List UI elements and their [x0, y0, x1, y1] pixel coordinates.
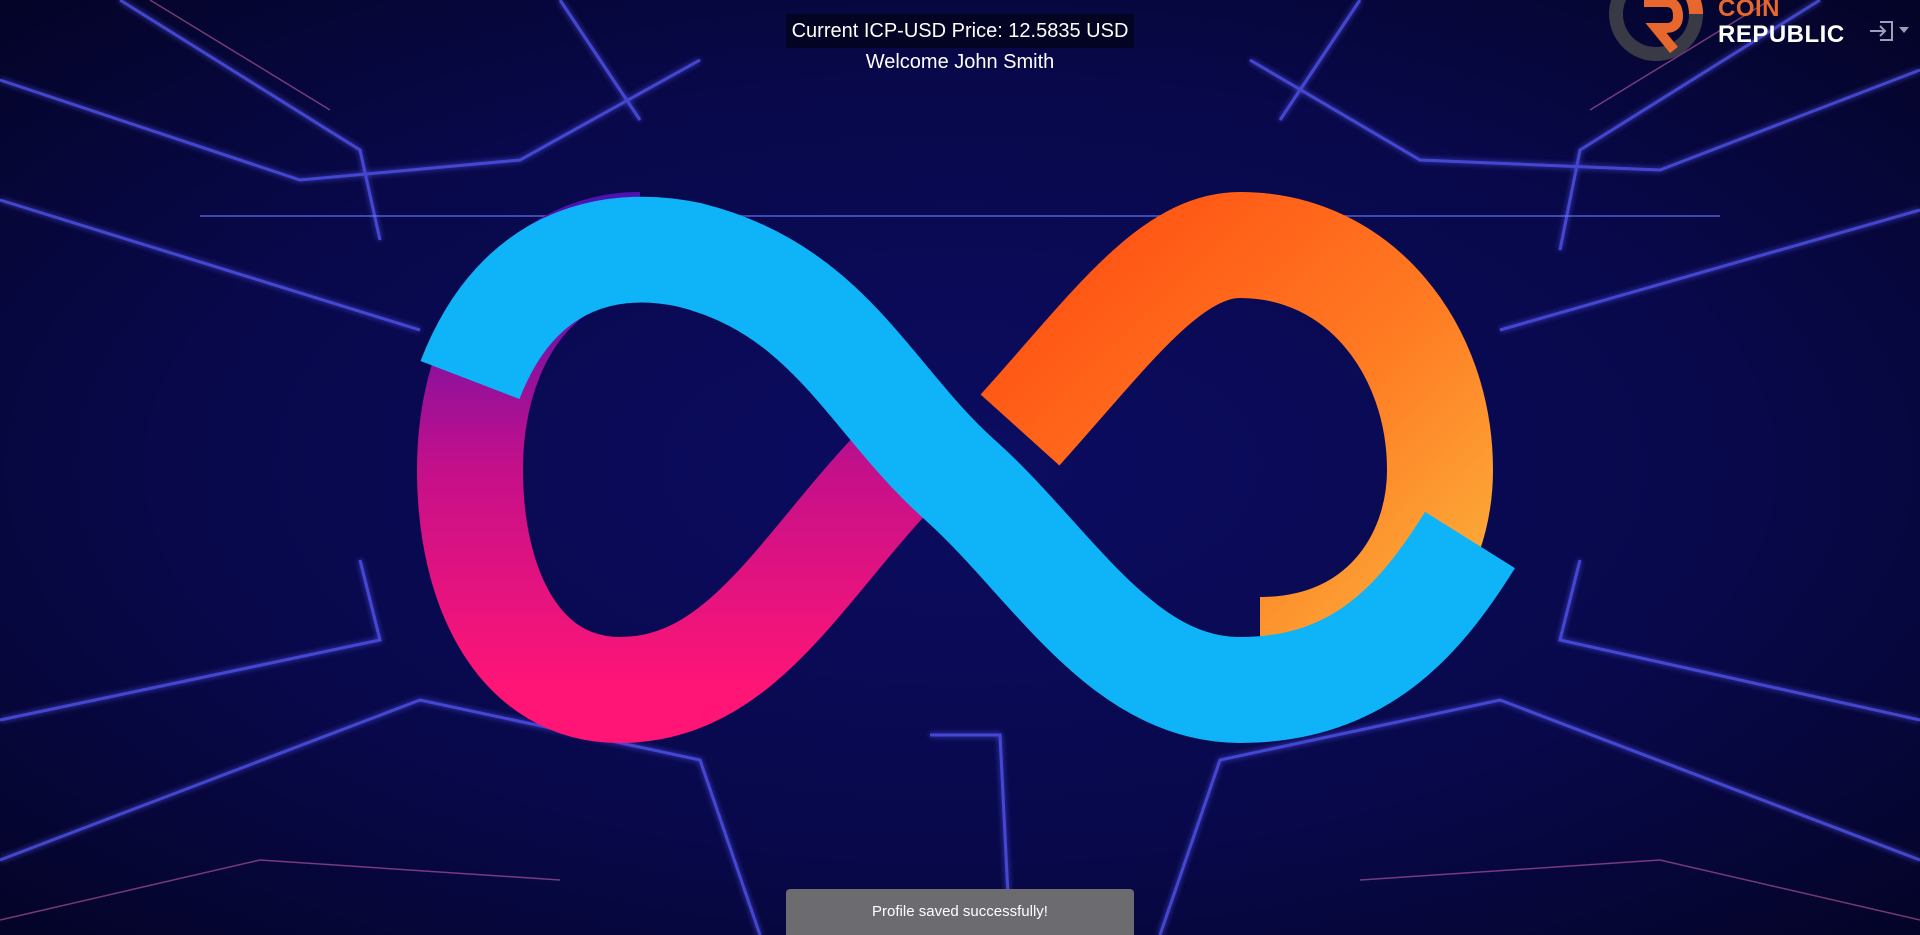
brand-name-line1: COIN — [1718, 0, 1780, 22]
coin-republic-logo[interactable]: COIN REPUBLIC — [1604, 0, 1850, 64]
current-price-display: Current ICP-USD Price: 12.5835 USD — [786, 14, 1134, 48]
login-icon — [1870, 21, 1909, 41]
brand-name-line2: REPUBLIC — [1718, 21, 1845, 48]
user-menu-button[interactable] — [1866, 18, 1916, 44]
caret-down-icon — [1899, 27, 1909, 33]
icp-infinity-logo — [416, 191, 1515, 744]
welcome-message: Welcome John Smith — [865, 51, 1055, 73]
toast-notification: Profile saved successfully! — [786, 889, 1134, 935]
coin-republic-emblem-icon — [1609, 0, 1703, 61]
